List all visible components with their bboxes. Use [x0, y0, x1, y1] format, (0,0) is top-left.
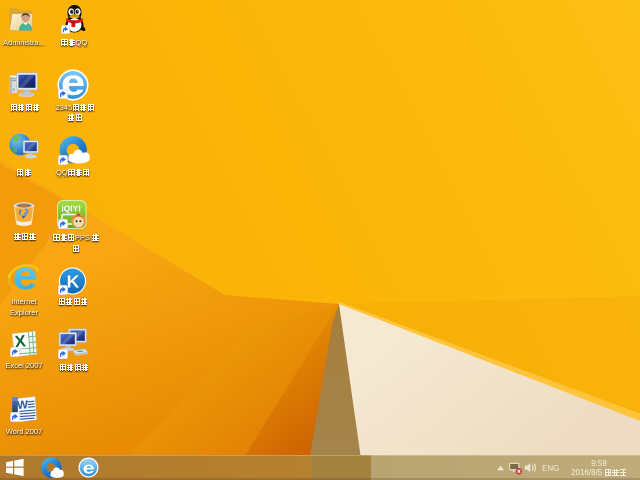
svg-text:iQIYI: iQIYI — [61, 204, 80, 214]
svg-text:e: e — [83, 459, 95, 478]
svg-text:W: W — [17, 399, 29, 412]
svg-text:K: K — [67, 272, 80, 292]
svg-text:e: e — [12, 264, 37, 292]
